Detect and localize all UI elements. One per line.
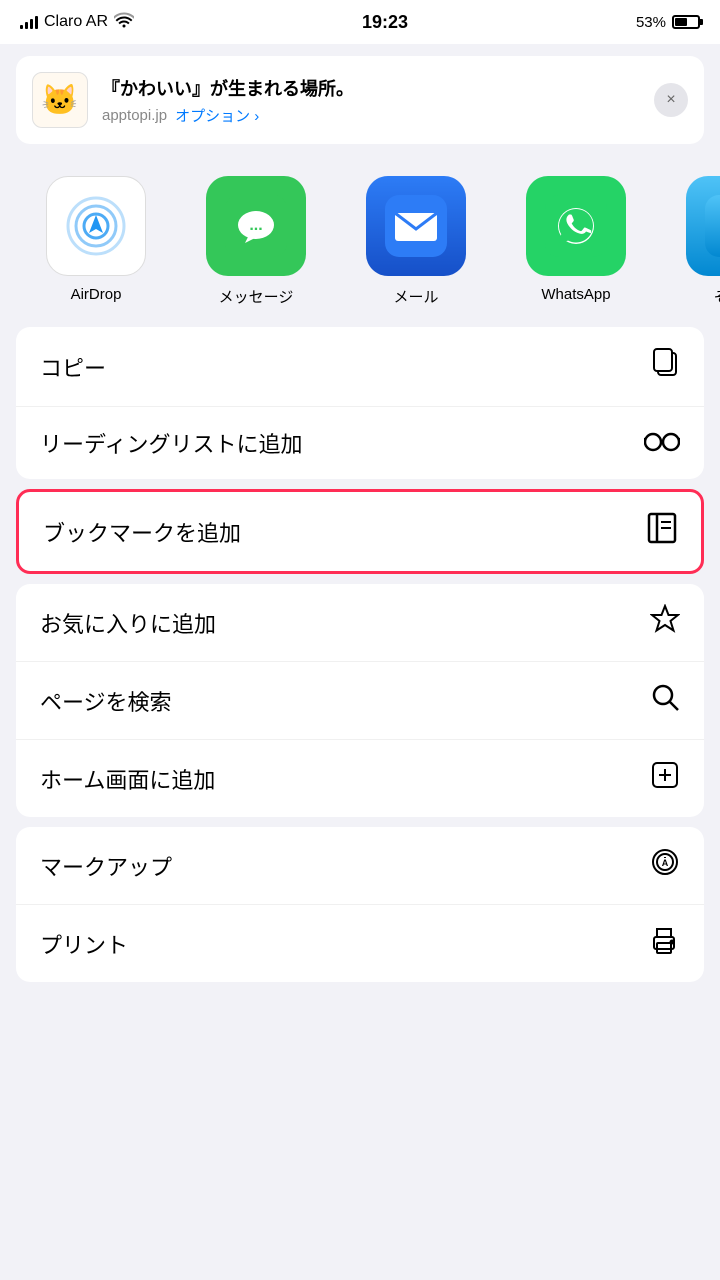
action-bookmark[interactable]: ブックマークを追加 <box>19 492 701 571</box>
battery-percentage: 53% <box>636 14 666 31</box>
print-icon <box>648 925 680 962</box>
app-item-whatsapp[interactable]: WhatsApp <box>496 176 656 303</box>
whatsapp-icon <box>526 176 626 276</box>
mail-icon <box>366 176 466 276</box>
add-to-home-label: ホーム画面に追加 <box>40 763 215 795</box>
messages-icon: ... <box>206 176 306 276</box>
app-item-more[interactable]: その他 <box>656 176 720 307</box>
copy-label: コピー <box>40 351 106 383</box>
airdrop-icon <box>46 176 146 276</box>
status-bar: Claro AR 19:23 53% <box>0 0 720 44</box>
bookmark-label: ブックマークを追加 <box>43 516 241 548</box>
more-icon <box>686 176 720 276</box>
preview-domain: apptopi.jp <box>102 107 167 124</box>
carrier-label: Claro AR <box>44 13 108 31</box>
app-item-mail[interactable]: メール <box>336 176 496 307</box>
action-markup[interactable]: マークアップ A <box>16 827 704 905</box>
print-label: プリント <box>40 928 128 960</box>
copy-icon <box>650 347 680 386</box>
action-section-bookmark: ブックマークを追加 <box>16 489 704 574</box>
action-section-1: コピー リーディングリストに追加 <box>16 327 704 479</box>
signal-icon <box>20 15 38 29</box>
status-left: Claro AR <box>20 12 134 33</box>
star-icon <box>650 604 680 641</box>
preview-icon: 🐱 <box>32 72 88 128</box>
action-favorites[interactable]: お気に入りに追加 <box>16 584 704 662</box>
more-label: その他 <box>713 286 720 307</box>
status-right: 53% <box>636 14 700 31</box>
action-list: コピー リーディングリストに追加 <box>16 327 704 982</box>
app-item-airdrop[interactable]: AirDrop <box>16 176 176 303</box>
search-icon <box>650 682 680 719</box>
messages-label: メッセージ <box>219 286 294 307</box>
close-button[interactable]: × <box>654 83 688 117</box>
markup-label: マークアップ <box>40 850 172 882</box>
svg-text:...: ... <box>249 217 262 234</box>
glasses-icon <box>644 428 680 459</box>
preview-text: 『かわいい』が生まれる場所。 apptopi.jp オプション › <box>102 75 354 126</box>
preview-left: 🐱 『かわいい』が生まれる場所。 apptopi.jp オプション › <box>32 72 354 128</box>
whatsapp-label: WhatsApp <box>541 286 610 303</box>
status-time: 19:23 <box>362 12 408 33</box>
reading-list-label: リーディングリストに追加 <box>40 427 302 459</box>
markup-icon: A <box>650 847 680 884</box>
battery-fill <box>675 18 687 26</box>
action-print[interactable]: プリント <box>16 905 704 982</box>
svg-text:A: A <box>662 858 669 868</box>
wifi-icon <box>114 12 134 33</box>
favorites-label: お気に入りに追加 <box>40 607 216 639</box>
options-link[interactable]: オプション › <box>175 105 259 126</box>
battery-icon <box>672 15 700 29</box>
url-line: apptopi.jp オプション › <box>102 105 354 126</box>
action-add-to-home[interactable]: ホーム画面に追加 <box>16 740 704 817</box>
mail-label: メール <box>393 286 438 307</box>
action-find-on-page[interactable]: ページを検索 <box>16 662 704 740</box>
action-copy[interactable]: コピー <box>16 327 704 407</box>
app-row: AirDrop ... メッセージ <box>0 156 720 327</box>
plus-square-icon <box>650 760 680 797</box>
action-section-3: お気に入りに追加 ページを検索 ホーム画面に追加 <box>16 584 704 817</box>
find-on-page-label: ページを検索 <box>40 685 172 717</box>
airdrop-label: AirDrop <box>71 286 122 303</box>
preview-card: 🐱 『かわいい』が生まれる場所。 apptopi.jp オプション › × <box>16 56 704 144</box>
action-reading-list[interactable]: リーディングリストに追加 <box>16 407 704 479</box>
preview-title: 『かわいい』が生まれる場所。 <box>102 75 354 101</box>
share-sheet: 🐱 『かわいい』が生まれる場所。 apptopi.jp オプション › × <box>0 56 720 1022</box>
book-icon <box>647 512 677 551</box>
app-item-messages[interactable]: ... メッセージ <box>176 176 336 307</box>
action-section-4: マークアップ A プリント <box>16 827 704 982</box>
